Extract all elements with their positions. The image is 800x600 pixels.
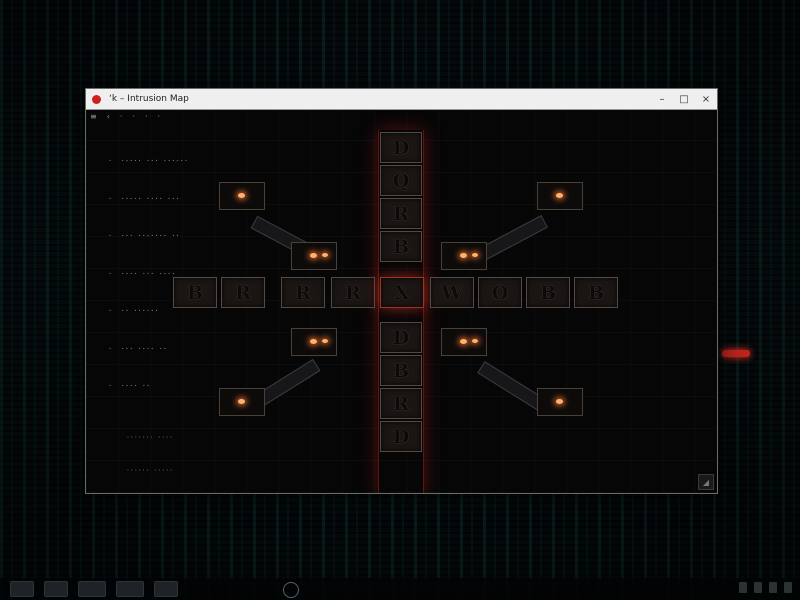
glow-dot-icon bbox=[310, 253, 317, 258]
taskbar bbox=[0, 578, 800, 600]
network-icon[interactable] bbox=[739, 582, 747, 593]
battery-icon[interactable] bbox=[769, 582, 777, 593]
log-panel: ······· ···· ······ ····· ········ ··· ·… bbox=[126, 410, 204, 493]
tile[interactable]: R bbox=[221, 277, 265, 308]
node-bottom-left[interactable] bbox=[219, 388, 265, 416]
node-bottom-right[interactable] bbox=[537, 388, 583, 416]
tile[interactable]: D bbox=[380, 421, 422, 452]
notification-icon[interactable] bbox=[784, 582, 792, 593]
glow-dot-icon bbox=[322, 339, 328, 343]
toolbar-dot[interactable]: · bbox=[132, 112, 135, 121]
taskbar-app-icon[interactable] bbox=[154, 581, 178, 597]
tile[interactable]: D bbox=[380, 322, 422, 353]
taskbar-app-icon[interactable] bbox=[78, 581, 106, 597]
list-item: · ··· ···· ·· bbox=[108, 344, 168, 353]
tile[interactable]: B bbox=[380, 231, 422, 262]
tile[interactable]: O bbox=[478, 277, 522, 308]
tile[interactable]: R bbox=[331, 277, 375, 308]
back-icon[interactable]: ‹ bbox=[107, 112, 110, 121]
glow-dot-icon bbox=[472, 339, 478, 343]
node-top-left[interactable] bbox=[219, 182, 265, 210]
tile[interactable]: W bbox=[430, 277, 474, 308]
system-tray bbox=[739, 582, 792, 593]
node-inner-bottom-right[interactable] bbox=[441, 328, 487, 356]
resize-grip-icon[interactable]: ◢ bbox=[698, 474, 714, 490]
map-viewport[interactable]: ≡ ‹ · · · · · ·-··· ··· ···-·· · ··-·· ·… bbox=[86, 110, 717, 493]
glyph-list: · ·-··· ··· ···-·· · ··-·· ···· ··· · ··… bbox=[108, 130, 188, 418]
connector-link bbox=[477, 215, 548, 262]
toolbar: ≡ ‹ · · · · bbox=[90, 112, 160, 121]
app-icon bbox=[92, 94, 101, 104]
tile[interactable]: B bbox=[526, 277, 570, 308]
volume-icon[interactable] bbox=[754, 582, 762, 593]
taskbar-start-icon[interactable] bbox=[10, 581, 34, 597]
node-inner-bottom-left[interactable] bbox=[291, 328, 337, 356]
glow-dot-icon bbox=[310, 339, 317, 344]
glow-dot-icon bbox=[238, 399, 245, 404]
alert-indicator bbox=[722, 350, 750, 357]
taskbar-app-icon[interactable] bbox=[44, 581, 68, 597]
tile[interactable]: B bbox=[380, 355, 422, 386]
menu-icon[interactable]: ≡ bbox=[90, 112, 97, 121]
taskbar-app-icon[interactable] bbox=[116, 581, 144, 597]
tile[interactable]: R bbox=[380, 198, 422, 229]
node-inner-top-right[interactable] bbox=[441, 242, 487, 270]
tile[interactable]: B bbox=[173, 277, 217, 308]
title-bar[interactable]: ‘k – Intrusion Map – □ × bbox=[86, 89, 717, 110]
toolbar-dot[interactable]: · bbox=[145, 112, 148, 121]
app-window: ‘k – Intrusion Map – □ × ≡ ‹ · · · · · ·… bbox=[85, 88, 718, 494]
maximize-button[interactable]: □ bbox=[673, 89, 695, 109]
tile[interactable]: D bbox=[380, 132, 422, 163]
glow-dot-icon bbox=[322, 253, 328, 257]
list-item: · ···· ·· bbox=[108, 382, 151, 390]
close-button[interactable]: × bbox=[695, 89, 717, 109]
list-item: · ·-··· ··· ···-·· bbox=[108, 157, 189, 165]
tile[interactable]: R bbox=[281, 277, 325, 308]
tile[interactable]: B bbox=[574, 277, 618, 308]
list-item: · ··-·· ···· ··· bbox=[108, 194, 180, 203]
log-line: ······· ···· bbox=[126, 433, 173, 441]
node-top-right[interactable] bbox=[537, 182, 583, 210]
glow-dot-icon bbox=[556, 193, 563, 198]
minimize-button[interactable]: – bbox=[651, 89, 673, 109]
glow-dot-icon bbox=[460, 253, 467, 258]
glow-dot-icon bbox=[238, 193, 245, 198]
node-inner-top-left[interactable] bbox=[291, 242, 337, 270]
glow-dot-icon bbox=[472, 253, 478, 257]
tile[interactable]: R bbox=[380, 388, 422, 419]
glow-dot-icon bbox=[460, 339, 467, 344]
glow-dot-icon bbox=[556, 399, 563, 404]
toolbar-dot[interactable]: · bbox=[120, 112, 123, 121]
taskbar-search-icon[interactable] bbox=[283, 582, 299, 598]
list-item: · ··· ··-···· ·· bbox=[108, 232, 180, 240]
tile-center[interactable]: X bbox=[380, 277, 424, 308]
toolbar-dot[interactable]: · bbox=[158, 112, 161, 121]
tile[interactable]: Q bbox=[380, 165, 422, 196]
window-title: ‘k – Intrusion Map bbox=[109, 94, 189, 104]
log-line: ······ ····· bbox=[126, 466, 173, 474]
